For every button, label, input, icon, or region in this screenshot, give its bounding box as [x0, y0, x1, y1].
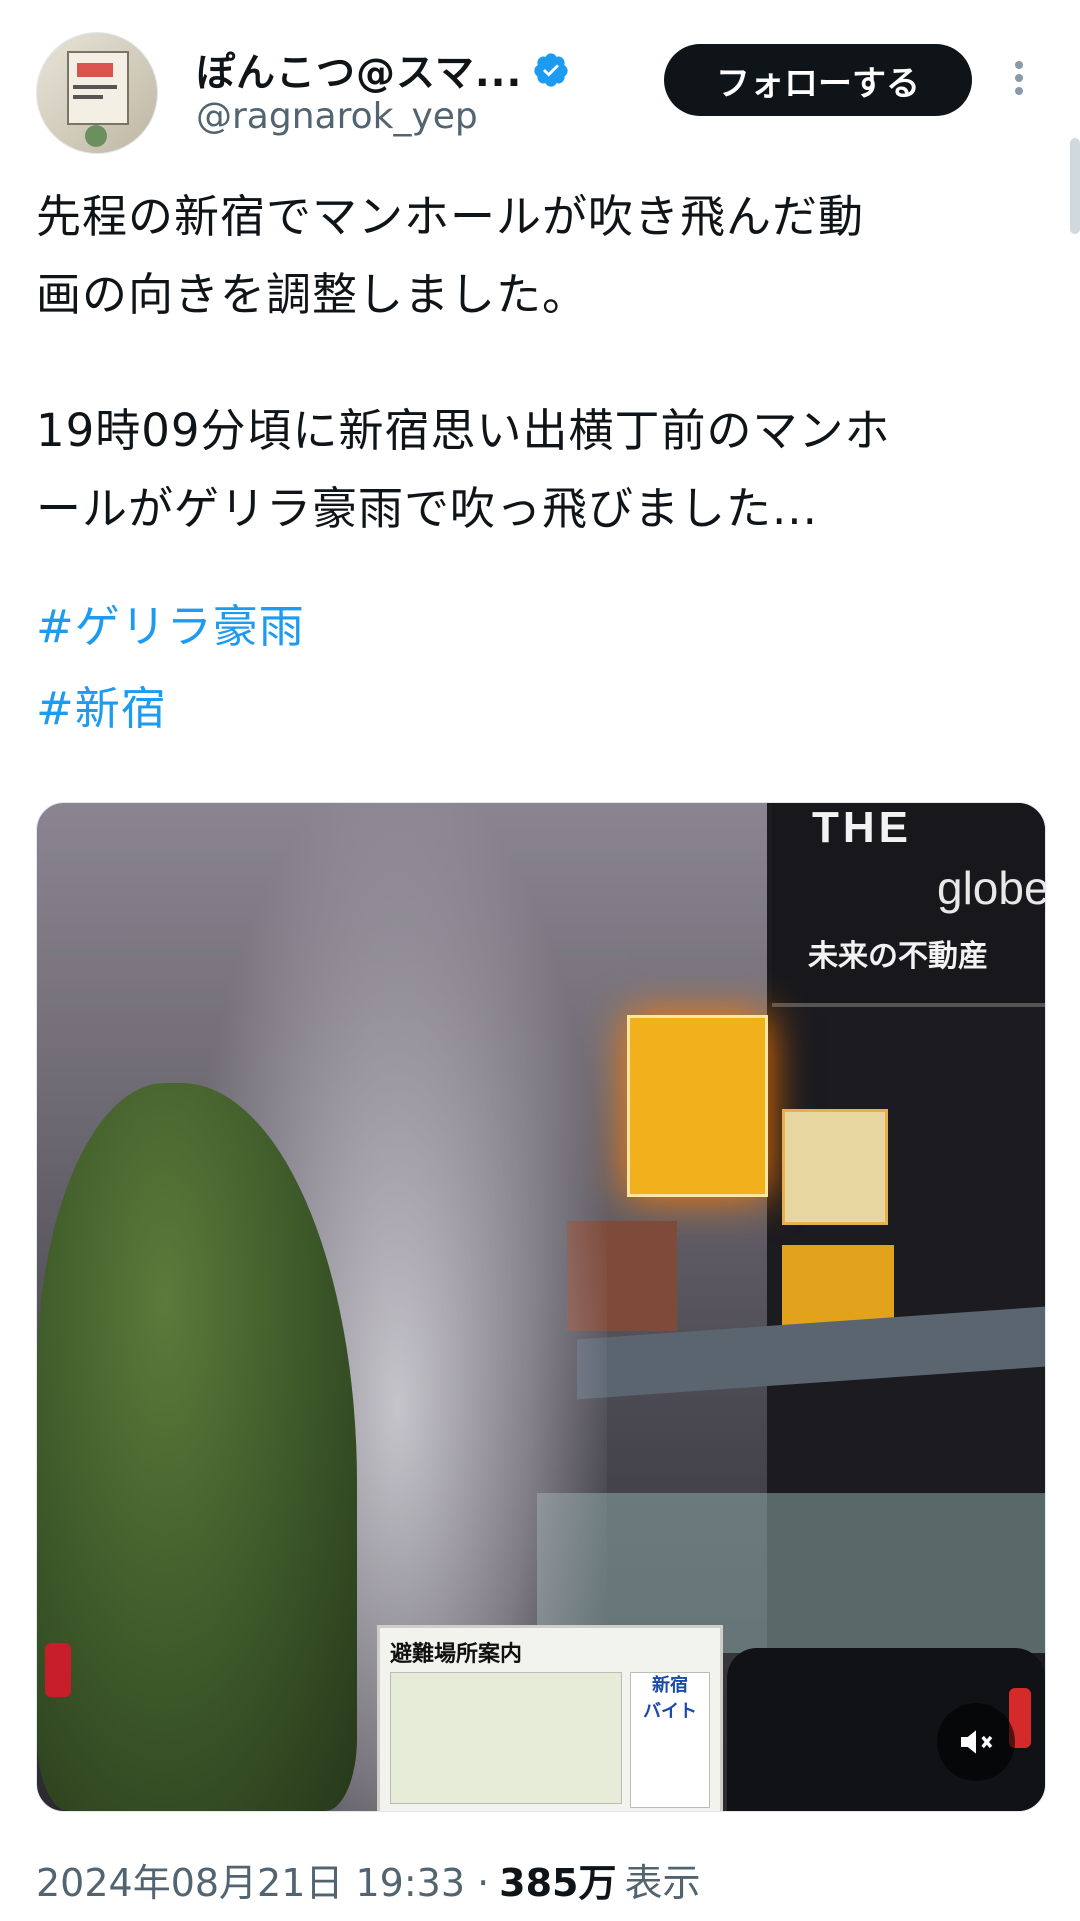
author-name-row[interactable]: ぽんこつ@スマ... — [196, 42, 570, 98]
video-shop-sign — [782, 1109, 888, 1225]
follow-button[interactable]: フォローする — [664, 44, 972, 116]
views-label: 表示 — [624, 1861, 701, 1905]
volume-muted-icon[interactable] — [937, 1703, 1015, 1781]
tweet-datetime[interactable]: 2024年08月21日 19:33 · — [36, 1852, 489, 1907]
display-name[interactable]: ぽんこつ@スマ... — [196, 42, 522, 98]
more-vertical-icon[interactable] — [1004, 56, 1034, 104]
video-billboard: THE globe 未来の不動産 — [772, 803, 1045, 1007]
tweet-text: 先程の新宿でマンホールが吹き飛んだ動 画の向きを調整しました。 19時09分頃に… — [36, 178, 1036, 548]
tweet-paragraph-2: 19時09分頃に新宿思い出横丁前のマンホ ールがゲリラ豪雨で吹っ飛びました... — [36, 404, 891, 535]
views-count: 385万 — [499, 1861, 617, 1905]
video-shop-sign-2 — [782, 1245, 894, 1325]
scrollbar[interactable] — [1070, 138, 1080, 234]
video-evacuation-sign: 避難場所案内 新宿 バイト — [377, 1625, 723, 1811]
video-neon-sign — [627, 1015, 768, 1197]
tweet-meta: 2024年08月21日 19:33 · 385万 表示 — [36, 1852, 701, 1907]
avatar[interactable] — [36, 32, 158, 154]
author-handle[interactable]: @ragnarok_yep — [196, 96, 478, 137]
tweet-paragraph-1: 先程の新宿でマンホールが吹き飛んだ動 画の向きを調整しました。 — [36, 190, 865, 321]
hashtag-link-guerrilla-rain[interactable]: #ゲリラ豪雨 — [36, 590, 305, 655]
hashtag-link-shinjuku[interactable]: #新宿 — [36, 672, 167, 737]
verified-badge-icon — [534, 53, 568, 87]
tweet-video[interactable]: THE globe 未来の不動産 避難場所案内 新宿 バイト — [36, 802, 1046, 1812]
video-car-light — [45, 1643, 71, 1697]
